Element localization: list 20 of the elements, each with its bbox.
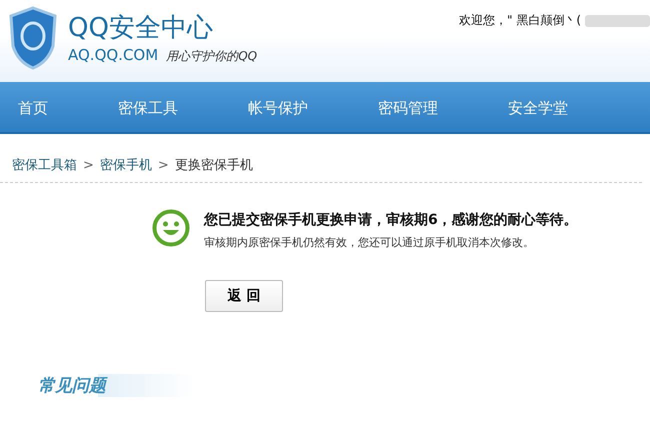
welcome-text: 欢迎您，" 黑白颠倒丶( <box>458 12 581 29</box>
breadcrumb-separator: > <box>83 158 94 172</box>
notice-detail: 审核期内原密保手机仍然有效，您还可以通过原手机取消本次修改。 <box>204 235 535 250</box>
site-url: AQ.QQ.COM <box>68 46 158 64</box>
smiley-icon <box>152 209 190 247</box>
blurred-username <box>585 15 650 27</box>
shield-logo-icon <box>8 6 58 70</box>
nav-item[interactable]: 安全学堂 <box>490 82 620 132</box>
site-title: QQ安全中心 <box>68 12 214 45</box>
nav-item[interactable]: 密码管理 <box>360 82 490 132</box>
slogan: 用心守护你的QQ <box>166 48 258 65</box>
back-button[interactable]: 返 回 <box>205 280 283 312</box>
breadcrumb-separator: > <box>158 158 169 172</box>
breadcrumb-link[interactable]: 密保手机 <box>100 156 152 174</box>
notice-title: 您已提交密保手机更换申请，审核期6，感谢您的耐心等待。 <box>204 211 578 229</box>
nav-item[interactable]: 首页 <box>0 82 100 132</box>
breadcrumb-link[interactable]: 密保工具箱 <box>12 156 77 174</box>
nav-item[interactable]: 帐号保护 <box>230 82 360 132</box>
breadcrumb-link[interactable]: 更换密保手机 <box>174 156 253 174</box>
nav-item[interactable]: 密保工具 <box>100 82 230 132</box>
